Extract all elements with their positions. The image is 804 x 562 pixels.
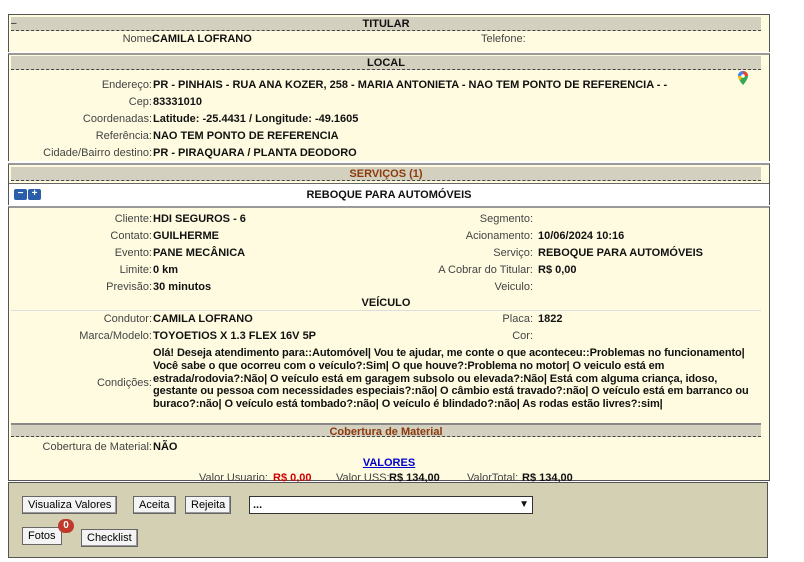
cep-label: Cep: (128, 96, 152, 108)
cor-label: Cor: (512, 330, 533, 342)
cep-value: 83331010 (153, 96, 202, 108)
evento-label: Evento: (114, 247, 152, 259)
aceita-button[interactable]: Aceita (133, 496, 176, 514)
fotos-button[interactable]: Fotos (22, 527, 62, 545)
local-section: LOCAL Endereço: PR - PINHAIS - RUA ANA K… (8, 53, 770, 161)
marca-label: Marca/Modelo: (79, 330, 152, 342)
nome-label: Nome: (122, 33, 155, 45)
actions-panel: Visualiza Valores Aceita Rejeita ... ▼ F… (8, 482, 768, 558)
contato-label: Contato: (110, 230, 152, 242)
servicos-header: SERVIÇOS (1) (11, 167, 761, 181)
referencia-value: NAO TEM PONTO DE REFERENCIA (153, 130, 339, 142)
veiculo-header: VEÍCULO (11, 296, 761, 311)
service-title: REBOQUE PARA AUTOMÓVEIS (306, 189, 472, 201)
placa-label: Placa: (502, 313, 533, 325)
collapse-icon[interactable]: – (11, 18, 17, 29)
acionamento-value: 10/06/2024 10:16 (538, 230, 625, 242)
servico-value: REBOQUE PARA AUTOMÓVEIS (538, 247, 704, 259)
collapse-minus-icon[interactable]: − (14, 189, 27, 200)
cliente-label: Cliente: (114, 213, 152, 225)
placa-value: 1822 (538, 313, 563, 325)
limite-label: Limite: (119, 264, 152, 276)
cliente-value: HDI SEGUROS - 6 (153, 213, 246, 225)
limite-value: 0 km (153, 264, 179, 276)
endereco-value: PR - PINHAIS - RUA ANA KOZER, 258 - MARI… (153, 79, 668, 91)
nome-value: CAMILA LOFRANO (152, 33, 252, 45)
condutor-value: CAMILA LOFRANO (153, 313, 253, 325)
cidade-value: PR - PIRAQUARA / PLANTA DEODORO (153, 147, 357, 159)
evento-value: PANE MECÂNICA (153, 247, 246, 259)
referencia-label: Referência: (95, 130, 152, 142)
segmento-label: Segmento: (479, 213, 533, 225)
previsao-value: 30 minutos (153, 281, 212, 293)
marca-value: TOYOETIOS X 1.3 FLEX 16V 5P (153, 330, 317, 342)
rejeita-button[interactable]: Rejeita (185, 496, 232, 514)
coordenadas-label: Coordenadas: (82, 113, 152, 125)
valores-link[interactable]: VALORES (363, 457, 415, 469)
contato-value: GUILHERME (153, 230, 219, 242)
cobertura-value: NÃO (153, 441, 178, 453)
checklist-button[interactable]: Checklist (81, 529, 138, 547)
condicoes-value: Olá! Deseja atendimento para::Automóvel|… (153, 347, 749, 411)
condutor-label: Condutor: (103, 313, 152, 325)
visualiza-valores-button[interactable]: Visualiza Valores (22, 496, 118, 514)
chevron-down-icon: ▼ (519, 499, 529, 510)
cobrar-label: A Cobrar do Titular: (438, 264, 533, 276)
titular-section: – TITULAR Nome: CAMILA LOFRANO Telefone: (8, 14, 770, 52)
veiculo-label: Veiculo: (494, 281, 533, 293)
action-select[interactable]: ... ▼ (249, 496, 533, 514)
service-detail: Cliente: HDI SEGUROS - 6 Segmento: Conta… (8, 206, 770, 484)
expand-plus-icon[interactable]: + (28, 189, 41, 200)
servico-label: Serviço: (493, 247, 533, 259)
acionamento-label: Acionamento: (465, 230, 533, 242)
endereco-label: Endereço: (101, 79, 152, 91)
action-select-value: ... (253, 499, 263, 511)
cobertura-header: Cobertura de Material (11, 423, 761, 438)
titular-header: TITULAR (11, 17, 761, 31)
cobrar-value: R$ 0,00 (538, 264, 577, 276)
cobertura-label: Cobertura de Material: (42, 441, 152, 453)
previsao-label: Previsão: (106, 281, 152, 293)
telefone-label: Telefone: (481, 33, 526, 45)
coordenadas-value: Latitude: -25.4431 / Longitude: -49.1605 (153, 113, 359, 125)
map-pin-icon[interactable] (738, 71, 748, 85)
condicoes-label: Condições: (96, 377, 152, 389)
cidade-label: Cidade/Bairro destino: (43, 147, 152, 159)
servicos-section: SERVIÇOS (1) − + REBOQUE PARA AUTOMÓVEIS (8, 163, 770, 205)
fotos-count-badge: 0 (58, 519, 74, 533)
local-header: LOCAL (11, 56, 761, 70)
